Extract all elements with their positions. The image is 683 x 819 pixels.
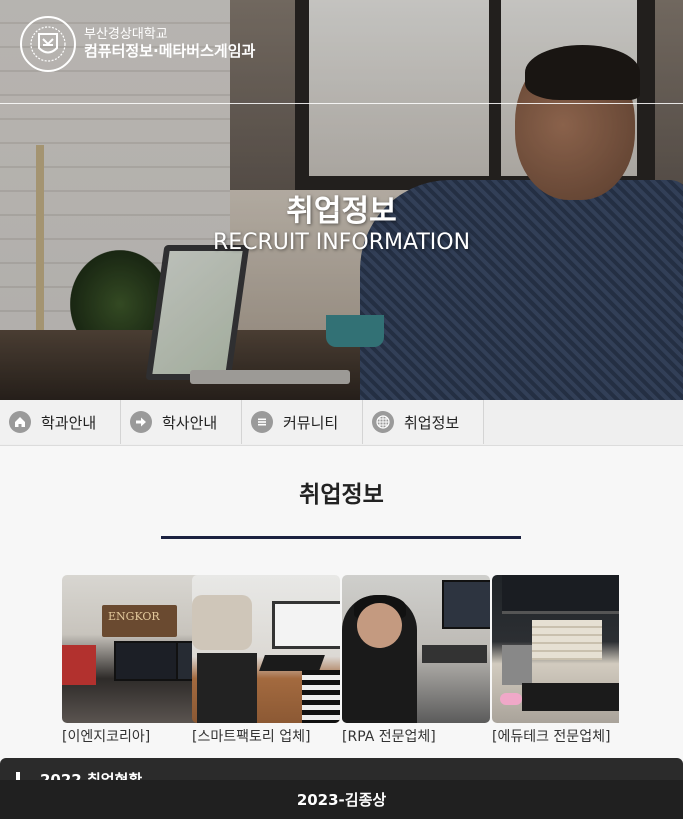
nav-item-academics[interactable]: 학사안내	[121, 400, 242, 444]
company-gallery: ENGKOR [이엔지코리아] [스마트팩토리 업체] [RPA 전문업체] […	[62, 575, 619, 750]
gallery-caption: [이엔지코리아]	[62, 729, 151, 745]
home-icon	[9, 411, 31, 433]
footer: 2023-김종상	[0, 780, 683, 819]
section-title: 취업정보	[299, 482, 384, 508]
gallery-card[interactable]: [스마트팩토리 업체]	[192, 575, 342, 746]
main-nav: 학과안내 학사안내 커뮤니티 취업정보	[0, 400, 683, 446]
company-photo[interactable]	[342, 575, 490, 723]
university-emblem-icon	[20, 16, 76, 72]
nav-item-community[interactable]: 커뮤니티	[242, 400, 363, 444]
nav-item-label: 취업정보	[404, 413, 460, 432]
nav-item-department[interactable]: 학과안내	[0, 400, 121, 444]
hero-banner: 부산경상대학교 컴퓨터정보·메타버스게임과 취업정보 RECRUIT INFOR…	[0, 0, 683, 400]
gallery-caption: [스마트팩토리 업체]	[192, 729, 311, 745]
arrow-right-icon	[130, 411, 152, 433]
gallery-caption: [에듀테크 전문업체]	[492, 729, 611, 745]
company-photo[interactable]	[492, 575, 619, 723]
gallery-card[interactable]: [RPA 전문업체]	[342, 575, 492, 746]
section-title-underline	[161, 536, 521, 539]
gallery-card[interactable]: [에듀테크 전문업체]	[492, 575, 619, 746]
nav-item-employment[interactable]: 취업정보	[363, 400, 484, 444]
logo-department-name: 컴퓨터정보·메타버스게임과	[84, 41, 256, 60]
footer-text: 2023-김종상	[296, 791, 387, 809]
nav-item-label: 학과안내	[41, 413, 97, 432]
office-sign-text: ENGKOR	[108, 610, 160, 623]
hero-title: 취업정보	[286, 194, 397, 229]
gallery-card[interactable]: ENGKOR [이엔지코리아]	[62, 575, 212, 746]
company-photo[interactable]	[192, 575, 340, 723]
header-divider	[0, 103, 683, 104]
site-logo[interactable]: 부산경상대학교 컴퓨터정보·메타버스게임과	[20, 16, 255, 72]
menu-lines-icon	[251, 411, 273, 433]
gallery-caption: [RPA 전문업체]	[342, 729, 436, 745]
logo-university-name: 부산경상대학교	[84, 26, 168, 42]
company-photo[interactable]: ENGKOR	[62, 575, 210, 723]
grid-globe-icon	[372, 411, 394, 433]
nav-item-label: 학사안내	[162, 413, 218, 432]
hero-subtitle: RECRUIT INFORMATION	[212, 230, 471, 255]
nav-item-label: 커뮤니티	[283, 413, 339, 432]
